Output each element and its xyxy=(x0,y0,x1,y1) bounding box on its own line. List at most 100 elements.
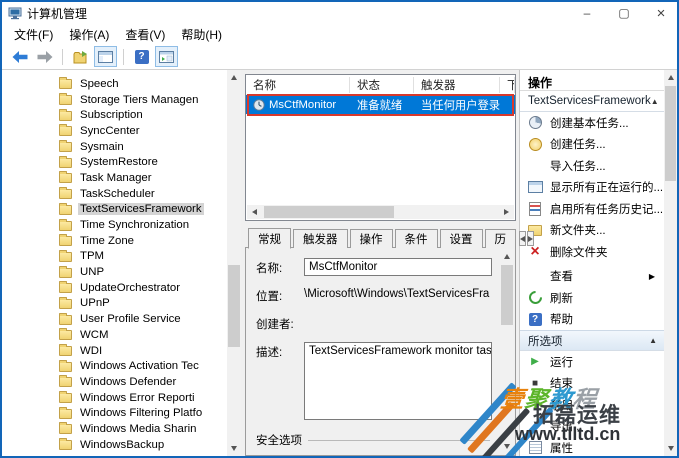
action-item[interactable]: 导出... ▶ xyxy=(520,416,664,438)
menu-item[interactable]: 操作(A) xyxy=(61,26,117,43)
action-item[interactable]: 查看 ▶ xyxy=(520,266,664,288)
close-button[interactable]: × xyxy=(645,2,677,24)
properties-tab[interactable]: 操作 xyxy=(349,229,393,248)
task-row-msctfmonitor[interactable]: MsCtfMonitor 准备就绪 当任何用户登录时 xyxy=(246,95,515,114)
tree-item[interactable]: Time Zone xyxy=(59,233,227,249)
column-header-status[interactable]: 状态 xyxy=(350,76,414,93)
help-button[interactable]: ? xyxy=(130,46,153,67)
scroll-down-icon[interactable] xyxy=(500,439,514,454)
scroll-left-icon[interactable] xyxy=(247,205,262,219)
tab-scroll-right-icon[interactable] xyxy=(527,231,534,246)
actions-section-selected-header[interactable]: 所选项 ▲ xyxy=(520,330,664,351)
tree-item[interactable]: User Profile Service xyxy=(59,311,227,327)
action-item[interactable]: 导入任务... ▶ xyxy=(520,155,664,177)
tree-item-label: Windows Filtering Platfo xyxy=(80,407,203,420)
collapse-icon[interactable]: ▲ xyxy=(651,97,659,106)
actions-section-folder-header[interactable]: TextServicesFramework ▲ xyxy=(520,91,664,112)
folder-icon xyxy=(59,422,72,435)
refresh-icon xyxy=(527,290,543,306)
tab-scroll-left-icon[interactable] xyxy=(519,231,526,246)
tree-item[interactable]: Speech xyxy=(59,76,227,92)
column-header-name[interactable]: 名称 xyxy=(246,76,350,93)
task-list-hscrollbar[interactable] xyxy=(247,205,514,219)
actions-scrollbar-thumb[interactable] xyxy=(665,86,676,181)
action-item[interactable]: 删除文件夹 ▶ xyxy=(520,241,664,263)
tree-item[interactable]: Storage Tiers Managen xyxy=(59,92,227,108)
action-item[interactable]: 属性 ▶ xyxy=(520,437,664,456)
scroll-up-icon[interactable] xyxy=(664,70,677,85)
tree-item[interactable]: UNP xyxy=(59,264,227,280)
action-item[interactable]: 结束 ▶ xyxy=(520,373,664,395)
action-item[interactable]: 创建任务... ▶ xyxy=(520,134,664,156)
field-description-label: 描述: xyxy=(256,347,283,359)
tree-item[interactable]: WDI xyxy=(59,343,227,359)
name-input[interactable]: MsCtfMonitor xyxy=(304,258,492,276)
tree-item-label: TextServicesFramework xyxy=(78,203,204,216)
description-textarea[interactable]: TextServicesFramework monitor tas xyxy=(304,342,492,420)
tree-item[interactable]: Sysmain xyxy=(59,139,227,155)
action-item[interactable]: 刷新 ▶ xyxy=(520,287,664,309)
properties-scrollbar[interactable] xyxy=(500,249,514,454)
hscrollbar-thumb[interactable] xyxy=(264,206,394,218)
properties-tab[interactable]: 设置 xyxy=(439,229,483,248)
maximize-button[interactable]: ▢ xyxy=(608,2,640,24)
tree-item[interactable]: SystemRestore xyxy=(59,154,227,170)
folder-icon xyxy=(59,359,72,372)
menu-item[interactable]: 文件(F) xyxy=(6,26,61,43)
action-item[interactable]: 创建基本任务... ▶ xyxy=(520,112,664,134)
show-hide-tree-button[interactable] xyxy=(155,46,178,67)
task-list-header: 名称 状态 触发器 下 xyxy=(246,75,515,95)
scroll-up-icon[interactable] xyxy=(500,249,514,264)
tree-item-label: Windows Defender xyxy=(80,375,177,388)
scroll-down-icon[interactable] xyxy=(664,441,677,456)
action-item[interactable]: 显示所有正在运行的... ▶ xyxy=(520,177,664,199)
tree-item[interactable]: Windows Filtering Platfo xyxy=(59,405,227,421)
properties-tab[interactable]: 条件 xyxy=(394,229,438,248)
properties-tab[interactable]: 触发器 xyxy=(293,229,348,248)
tree-item[interactable]: Subscription xyxy=(59,107,227,123)
tree-scrollbar[interactable] xyxy=(227,70,241,456)
menu-item[interactable]: 帮助(H) xyxy=(173,26,230,43)
action-item[interactable]: 帮助 ▶ xyxy=(520,309,664,331)
properties-tab[interactable]: 常规 xyxy=(248,228,291,249)
column-header-next-run[interactable]: 下 xyxy=(500,76,515,93)
tree-item[interactable]: Windows Media Sharin xyxy=(59,421,227,437)
actions-scrollbar[interactable] xyxy=(664,70,677,456)
action-item[interactable]: 禁用 ▶ xyxy=(520,394,664,416)
tree-item[interactable]: Task Manager xyxy=(59,170,227,186)
tree-item[interactable]: Windows Activation Tec xyxy=(59,358,227,374)
tree-item[interactable]: SyncCenter xyxy=(59,123,227,139)
tree-item[interactable]: Time Synchronization xyxy=(59,217,227,233)
properties-tab[interactable]: 历 xyxy=(484,229,516,248)
action-item[interactable]: 运行 ▶ xyxy=(520,351,664,373)
scroll-down-icon[interactable] xyxy=(227,441,241,456)
menu-item[interactable]: 查看(V) xyxy=(117,26,173,43)
tree-scrollbar-thumb[interactable] xyxy=(228,265,240,347)
minimize-button[interactable]: – xyxy=(571,2,603,24)
tree-item[interactable]: TPM xyxy=(59,249,227,265)
tree-item[interactable]: TextServicesFramework xyxy=(59,202,227,218)
tree-item[interactable]: WCM xyxy=(59,327,227,343)
scroll-up-icon[interactable] xyxy=(227,70,241,85)
collapse-icon[interactable]: ▲ xyxy=(649,336,657,345)
tree-item[interactable]: UpdateOrchestrator xyxy=(59,280,227,296)
action-item[interactable]: 启用所有任务历史记... ▶ xyxy=(520,198,664,220)
tree-item[interactable]: Windows Defender xyxy=(59,374,227,390)
action-item-label: 创建基本任务... xyxy=(550,117,629,130)
back-button[interactable] xyxy=(8,46,31,67)
tree-item[interactable]: TaskScheduler xyxy=(59,186,227,202)
action-item[interactable]: 新文件夹... ▶ xyxy=(520,220,664,242)
column-header-trigger[interactable]: 触发器 xyxy=(414,76,500,93)
action-item-label: 属性 xyxy=(550,442,573,455)
export-list-button[interactable] xyxy=(69,46,92,67)
folder-icon xyxy=(59,234,72,247)
scroll-right-icon[interactable] xyxy=(499,205,514,219)
console-window-button[interactable] xyxy=(94,46,117,67)
tree-item[interactable]: WindowsBackup xyxy=(59,437,227,453)
properties-scrollbar-thumb[interactable] xyxy=(501,265,513,325)
actions-panel: 操作 TextServicesFramework ▲ 创建基本任务... ▶ 创… xyxy=(519,70,677,456)
tree-item[interactable]: UPnP xyxy=(59,296,227,312)
forward-button[interactable] xyxy=(33,46,56,67)
tree-item[interactable]: Windows Error Reporti xyxy=(59,390,227,406)
tree-item-label: Speech xyxy=(80,77,119,90)
